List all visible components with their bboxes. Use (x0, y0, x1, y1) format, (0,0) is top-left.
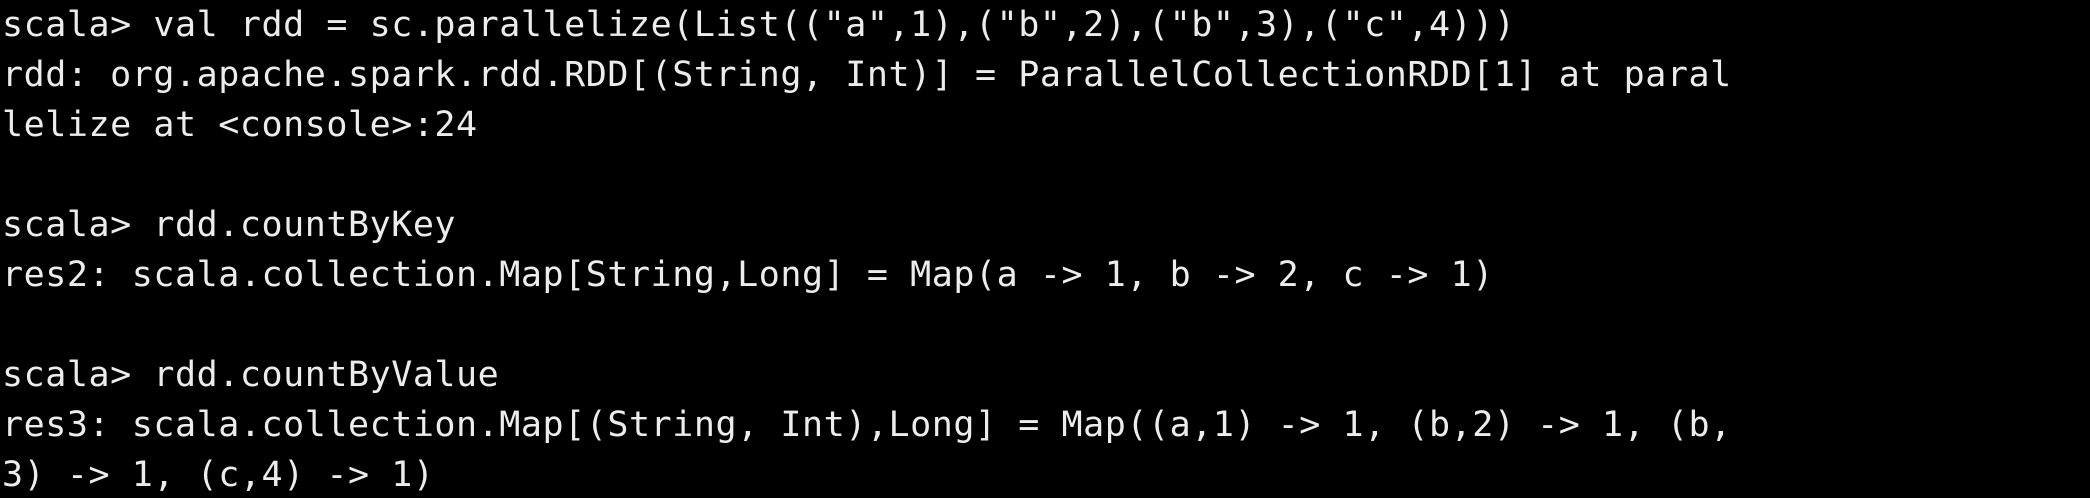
output-line: 3) -> 1, (c,4) -> 1) (2, 455, 435, 495)
output-line: lelize at <console>:24 (2, 105, 478, 145)
command-line: scala> rdd.countByKey (2, 205, 457, 245)
output-line: res2: scala.collection.Map[String,Long] … (2, 255, 1494, 295)
output-line: res3: scala.collection.Map[(String, Int)… (2, 405, 1732, 445)
terminal-window[interactable]: scala> val rdd = sc.parallelize(List(("a… (0, 0, 2090, 498)
command-line: scala> val rdd = sc.parallelize(List(("a… (2, 5, 1516, 45)
command-line: scala> rdd.countByValue (2, 355, 500, 395)
output-line: rdd: org.apache.spark.rdd.RDD[(String, I… (2, 55, 1732, 95)
